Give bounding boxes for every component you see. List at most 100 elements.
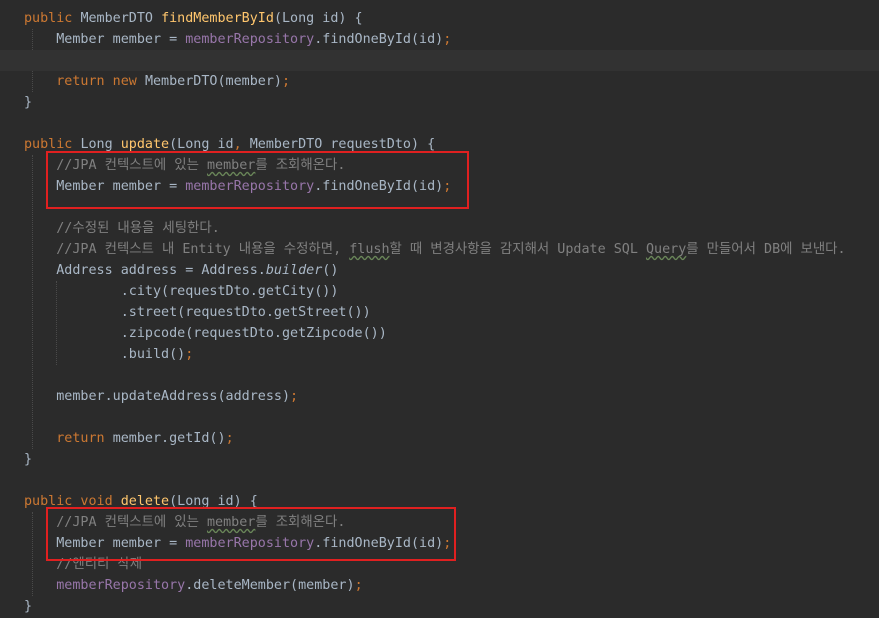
code-token-keyword: return new bbox=[56, 74, 145, 89]
code-token-punct: ; bbox=[443, 179, 452, 194]
code-line[interactable]: return member.getId(); bbox=[0, 428, 879, 449]
code-line-content: //수정된 내용을 세팅한다. bbox=[24, 218, 220, 239]
code-token-method: findMemberById bbox=[161, 11, 274, 26]
code-token-comment: //JPA 컨텍스트 내 Entity 내용을 수정하면, bbox=[56, 242, 350, 257]
code-token-type: Long bbox=[80, 137, 121, 152]
code-line[interactable]: public void delete(Long id) { bbox=[0, 491, 879, 512]
code-line-content: public Long update(Long id, MemberDTO re… bbox=[24, 134, 435, 155]
code-line[interactable] bbox=[0, 470, 879, 491]
code-line-content: Member member = memberRepository.findOne… bbox=[24, 29, 451, 50]
code-line[interactable] bbox=[0, 197, 879, 218]
code-token-plain: MemberDTO(member) bbox=[144, 74, 282, 89]
code-line[interactable]: Member member = memberRepository.findOne… bbox=[0, 29, 879, 50]
code-line[interactable]: member.updateAddress(address); bbox=[0, 386, 879, 407]
code-token-field: memberRepository bbox=[185, 179, 315, 194]
code-editor[interactable]: public MemberDTO findMemberById(Long id)… bbox=[0, 0, 879, 618]
code-token-plain: .street(requestDto.getStreet()) bbox=[120, 305, 371, 320]
code-token-plain: .build() bbox=[120, 347, 186, 362]
code-token-plain: (Long id) { bbox=[169, 494, 258, 509]
code-line-content: member.updateAddress(address); bbox=[24, 386, 298, 407]
code-token-comment: 를 조회해온다. bbox=[255, 158, 346, 173]
code-line[interactable]: public Long update(Long id, MemberDTO re… bbox=[0, 134, 879, 155]
code-line[interactable]: Member member = memberRepository.findOne… bbox=[0, 176, 879, 197]
code-token-field: memberRepository bbox=[185, 536, 315, 551]
code-token-comment-typo: member bbox=[206, 158, 256, 173]
code-line[interactable]: return new MemberDTO(member); bbox=[0, 71, 879, 92]
code-token-type: Member member = bbox=[56, 32, 186, 47]
code-token-plain: .zipcode(requestDto.getZipcode()) bbox=[120, 326, 387, 341]
code-line-content: //JPA 컨텍스트에 있는 member를 조회해온다. bbox=[24, 512, 345, 533]
code-line[interactable]: //JPA 컨텍스트 내 Entity 내용을 수정하면, flush할 때 변… bbox=[0, 239, 879, 260]
code-line[interactable]: .build(); bbox=[0, 344, 879, 365]
code-line-content: Member member = memberRepository.findOne… bbox=[24, 176, 451, 197]
code-token-comment-typo: Query bbox=[645, 242, 687, 257]
code-token-plain: (Long id) { bbox=[273, 11, 363, 26]
code-token-comment: //수정된 내용을 세팅한다. bbox=[56, 221, 220, 236]
code-token-plain: () bbox=[322, 263, 339, 278]
code-token-comment-typo: flush bbox=[349, 242, 390, 257]
code-line-content: memberRepository.deleteMember(member); bbox=[24, 575, 362, 596]
code-line[interactable]: Member member = memberRepository.findOne… bbox=[0, 533, 879, 554]
code-line-content: .zipcode(requestDto.getZipcode()) bbox=[24, 323, 387, 344]
code-line-content: } bbox=[24, 449, 32, 470]
code-token-method: delete bbox=[120, 494, 170, 509]
code-line[interactable]: //수정된 내용을 세팅한다. bbox=[0, 218, 879, 239]
code-token-comment: 를 만들어서 DB에 보낸다. bbox=[686, 242, 846, 257]
code-token-comment: //엔티티 삭제 bbox=[56, 557, 143, 572]
code-token-punct: ; bbox=[282, 74, 291, 89]
code-line-content: return new MemberDTO(member); bbox=[24, 71, 290, 92]
code-line-content: Member member = memberRepository.findOne… bbox=[24, 533, 451, 554]
code-token-method: update bbox=[120, 137, 170, 152]
code-token-plain: .findOneById(id) bbox=[314, 179, 444, 194]
code-line[interactable]: } bbox=[0, 92, 879, 113]
code-line-content: .city(requestDto.getCity()) bbox=[24, 281, 339, 302]
code-token-type: Member member = bbox=[56, 179, 186, 194]
code-line-content: .build(); bbox=[24, 344, 194, 365]
code-token-field: memberRepository bbox=[56, 578, 186, 593]
code-line[interactable]: public MemberDTO findMemberById(Long id)… bbox=[0, 8, 879, 29]
code-line[interactable] bbox=[0, 365, 879, 386]
code-line-content: //JPA 컨텍스트에 있는 member를 조회해온다. bbox=[24, 155, 345, 176]
code-token-italic: builder bbox=[265, 263, 323, 278]
code-token-plain: MemberDTO requestDto) { bbox=[249, 137, 436, 152]
code-line[interactable]: .zipcode(requestDto.getZipcode()) bbox=[0, 323, 879, 344]
code-token-plain: .deleteMember(member) bbox=[185, 578, 355, 593]
code-line[interactable]: //엔티티 삭제 bbox=[0, 554, 879, 575]
code-line[interactable]: .city(requestDto.getCity()) bbox=[0, 281, 879, 302]
code-line[interactable]: //JPA 컨텍스트에 있는 member를 조회해온다. bbox=[0, 155, 879, 176]
code-line[interactable] bbox=[0, 113, 879, 134]
code-token-plain: member.getId() bbox=[112, 431, 226, 446]
code-line[interactable]: Address address = Address.builder() bbox=[0, 260, 879, 281]
code-line-content: } bbox=[24, 596, 32, 617]
code-line[interactable]: .street(requestDto.getStreet()) bbox=[0, 302, 879, 323]
code-line[interactable]: memberRepository.deleteMember(member); bbox=[0, 575, 879, 596]
code-token-keyword: public bbox=[24, 11, 81, 26]
code-token-punct: ; bbox=[185, 347, 194, 362]
code-line[interactable]: //JPA 컨텍스트에 있는 member를 조회해온다. bbox=[0, 512, 879, 533]
code-line[interactable] bbox=[0, 407, 879, 428]
current-code-line[interactable] bbox=[0, 50, 879, 71]
code-token-plain: .city(requestDto.getCity()) bbox=[120, 284, 339, 299]
code-token-type: MemberDTO bbox=[80, 11, 162, 26]
code-token-punct: ; bbox=[443, 32, 452, 47]
code-token-type: Address address = Address. bbox=[56, 263, 266, 278]
code-token-punct: ; bbox=[290, 389, 299, 404]
code-line-content: //엔티티 삭제 bbox=[24, 554, 142, 575]
code-line[interactable]: } bbox=[0, 596, 879, 617]
code-token-field: memberRepository bbox=[185, 32, 315, 47]
code-line[interactable]: } bbox=[0, 449, 879, 470]
